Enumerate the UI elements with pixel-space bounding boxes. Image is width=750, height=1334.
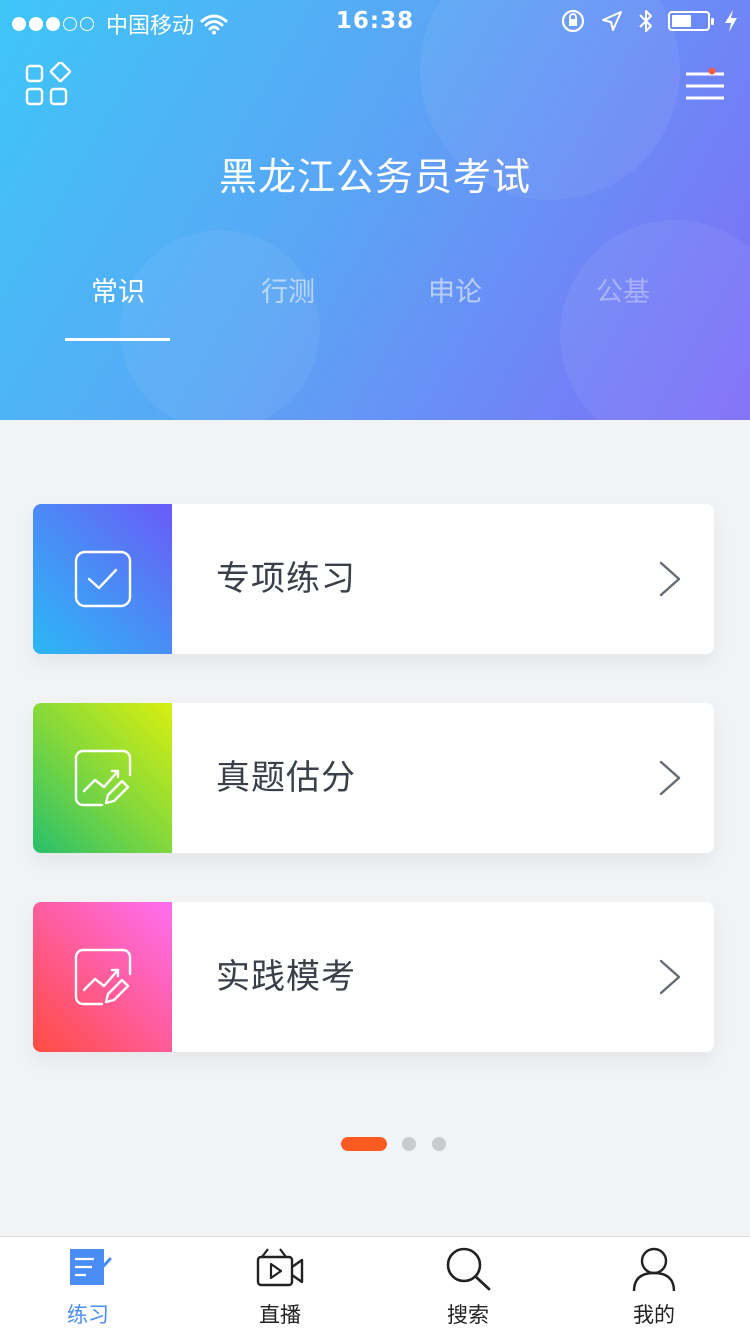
tab-changshi[interactable]: 常识: [58, 270, 178, 309]
nav-label: 我的: [633, 1303, 675, 1327]
video-icon: [256, 1248, 304, 1287]
tab-xingce[interactable]: 行测: [228, 270, 348, 309]
card-special-practice[interactable]: 专项练习: [33, 504, 714, 654]
search-icon: [446, 1247, 491, 1291]
card-icon-box: [33, 504, 172, 654]
charging-icon: [725, 10, 737, 32]
bluetooth-icon: [639, 10, 652, 32]
checkbox-icon: [74, 550, 131, 608]
card-label: 专项练习: [216, 559, 356, 599]
page-indicator: [0, 1136, 750, 1152]
nav-search[interactable]: 搜索: [408, 1237, 528, 1334]
tab-gongji[interactable]: 公基: [563, 270, 683, 309]
chevron-right-icon: [659, 760, 681, 796]
card-label: 真题估分: [216, 758, 356, 798]
active-tab-indicator: [65, 338, 170, 341]
card-label: 实践模考: [216, 957, 356, 997]
nav-label: 搜索: [447, 1303, 489, 1327]
battery-icon: [668, 11, 714, 31]
chart-edit-icon: [74, 749, 131, 807]
chart-edit-icon: [74, 948, 131, 1006]
nav-label: 练习: [67, 1303, 109, 1327]
status-icons: [560, 8, 738, 34]
card-past-exam-estimate[interactable]: 真题估分: [33, 703, 714, 853]
menu-icon[interactable]: [686, 68, 724, 102]
status-bar: 中国移动 16:38: [0, 0, 750, 44]
card-icon-box: [33, 703, 172, 853]
chevron-right-icon: [659, 959, 681, 995]
nav-practice[interactable]: 练习: [28, 1237, 148, 1334]
card-icon-box: [33, 902, 172, 1052]
rotation-lock-icon: [561, 9, 585, 33]
page-dot-active[interactable]: [341, 1137, 387, 1151]
bottom-navigation: 练习 直播 搜索 我的: [0, 1236, 750, 1334]
nav-profile[interactable]: 我的: [594, 1237, 714, 1334]
card-mock-exam[interactable]: 实践模考: [33, 902, 714, 1052]
header-banner: 中国移动 16:38 黑龙江公务员考试 常识 行测 申论 公基: [0, 0, 750, 420]
nav-label: 直播: [259, 1303, 301, 1327]
location-icon: [602, 11, 622, 31]
user-icon: [632, 1247, 676, 1291]
page-dot[interactable]: [402, 1137, 416, 1151]
apps-grid-icon[interactable]: [25, 62, 71, 108]
nav-live[interactable]: 直播: [220, 1237, 340, 1334]
page-dot[interactable]: [432, 1137, 446, 1151]
subject-tabs: 常识 行测 申论 公基: [0, 270, 750, 350]
chevron-right-icon: [659, 561, 681, 597]
page-title: 黑龙江公务员考试: [218, 155, 531, 199]
practice-icon: [70, 1249, 112, 1285]
tab-shenlun[interactable]: 申论: [395, 270, 515, 309]
